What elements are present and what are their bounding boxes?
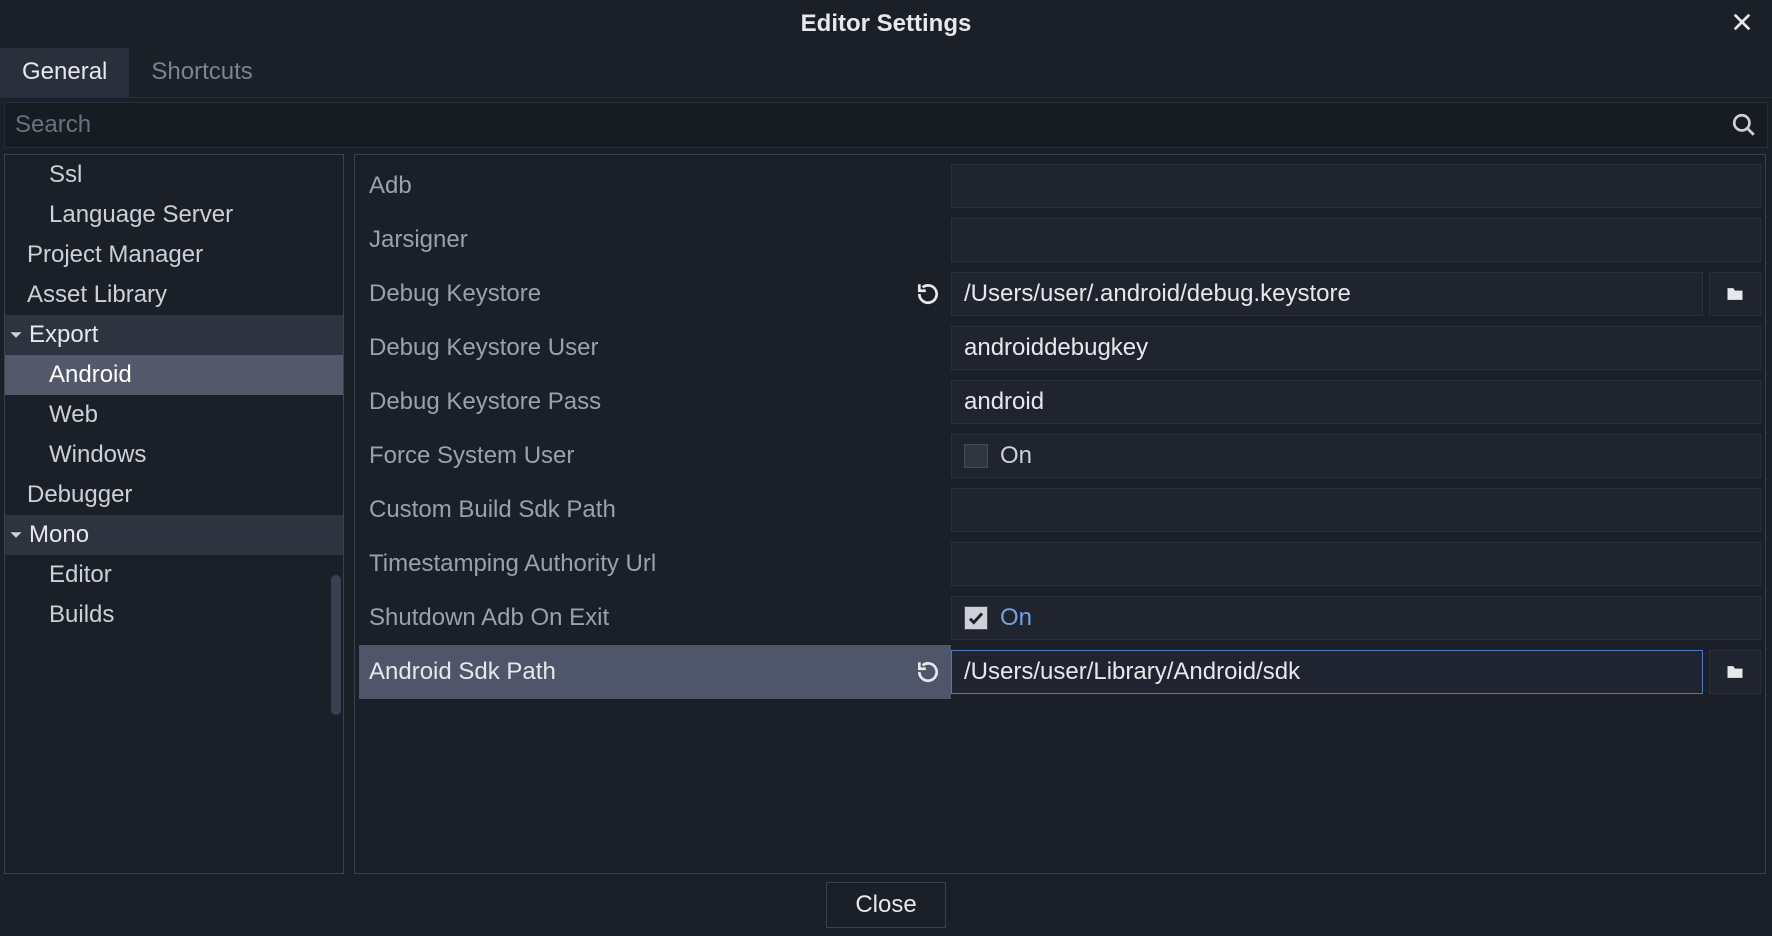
prop-debug-keystore-user: Debug Keystore User [359, 321, 1761, 375]
prop-jarsigner: Jarsigner [359, 213, 1761, 267]
force-system-user-checkbox[interactable]: On [951, 434, 1761, 478]
checkbox-label: On [1000, 604, 1032, 632]
sidebar-item-ssl[interactable]: Ssl [5, 155, 343, 195]
search-input[interactable] [15, 111, 1731, 139]
prop-label: Android Sdk Path [359, 645, 951, 699]
prop-label: Debug Keystore User [359, 321, 951, 375]
prop-debug-keystore: Debug Keystore [359, 267, 1761, 321]
tab-general[interactable]: General [0, 48, 129, 97]
reset-icon[interactable] [915, 659, 941, 685]
close-button[interactable]: Close [826, 882, 945, 928]
shutdown-adb-checkbox[interactable]: On [951, 596, 1761, 640]
android-sdk-path-input[interactable] [951, 650, 1703, 694]
prop-label: Custom Build Sdk Path [359, 483, 951, 537]
debug-keystore-pass-input[interactable] [951, 380, 1761, 424]
sidebar-item-language-server[interactable]: Language Server [5, 195, 343, 235]
tab-bar: General Shortcuts [0, 48, 1772, 98]
prop-label: Debug Keystore Pass [359, 375, 951, 429]
checkbox-label: On [1000, 442, 1032, 470]
close-icon[interactable] [1728, 8, 1756, 36]
sidebar-item-project-manager[interactable]: Project Manager [5, 235, 343, 275]
sidebar-item-builds[interactable]: Builds [5, 595, 343, 635]
prop-label: Timestamping Authority Url [359, 537, 951, 591]
sidebar-item-export[interactable]: Export [5, 315, 343, 355]
sidebar-item-asset-library[interactable]: Asset Library [5, 275, 343, 315]
jarsigner-input[interactable] [951, 218, 1761, 262]
sidebar-item-android[interactable]: Android [5, 355, 343, 395]
sidebar-item-debugger[interactable]: Debugger [5, 475, 343, 515]
sidebar-item-editor[interactable]: Editor [5, 555, 343, 595]
sidebar-item-web[interactable]: Web [5, 395, 343, 435]
chevron-down-icon [9, 328, 23, 342]
prop-custom-build-sdk-path: Custom Build Sdk Path [359, 483, 1761, 537]
prop-label: Jarsigner [359, 213, 951, 267]
browse-button[interactable] [1709, 650, 1761, 694]
checkbox-box [964, 444, 988, 468]
sidebar-item-windows[interactable]: Windows [5, 435, 343, 475]
prop-label: Adb [359, 159, 951, 213]
tab-shortcuts[interactable]: Shortcuts [129, 48, 274, 97]
prop-label: Shutdown Adb On Exit [359, 591, 951, 645]
prop-shutdown-adb-on-exit: Shutdown Adb On Exit On [359, 591, 1761, 645]
prop-force-system-user: Force System User On [359, 429, 1761, 483]
custom-build-sdk-path-input[interactable] [951, 488, 1761, 532]
checkbox-box [964, 606, 988, 630]
prop-label: Force System User [359, 429, 951, 483]
dialog-title: Editor Settings [801, 10, 972, 38]
search-icon[interactable] [1731, 112, 1757, 138]
sidebar-scrollbar[interactable] [331, 575, 341, 715]
footer: Close [0, 874, 1772, 936]
reset-icon[interactable] [915, 281, 941, 307]
prop-debug-keystore-pass: Debug Keystore Pass [359, 375, 1761, 429]
titlebar: Editor Settings [0, 0, 1772, 48]
sidebar-item-mono[interactable]: Mono [5, 515, 343, 555]
properties-panel: Adb Jarsigner Debug Keystore Debug Keyst… [354, 154, 1766, 874]
chevron-down-icon [9, 528, 23, 542]
search-row [4, 102, 1768, 148]
browse-button[interactable] [1709, 272, 1761, 316]
debug-keystore-input[interactable] [951, 272, 1703, 316]
prop-label: Debug Keystore [359, 267, 951, 321]
prop-timestamping-authority-url: Timestamping Authority Url [359, 537, 1761, 591]
adb-input[interactable] [951, 164, 1761, 208]
debug-keystore-user-input[interactable] [951, 326, 1761, 370]
prop-adb: Adb [359, 159, 1761, 213]
prop-android-sdk-path: Android Sdk Path [359, 645, 1761, 699]
timestamping-authority-url-input[interactable] [951, 542, 1761, 586]
sidebar: Ssl Language Server Project Manager Asse… [4, 154, 344, 874]
